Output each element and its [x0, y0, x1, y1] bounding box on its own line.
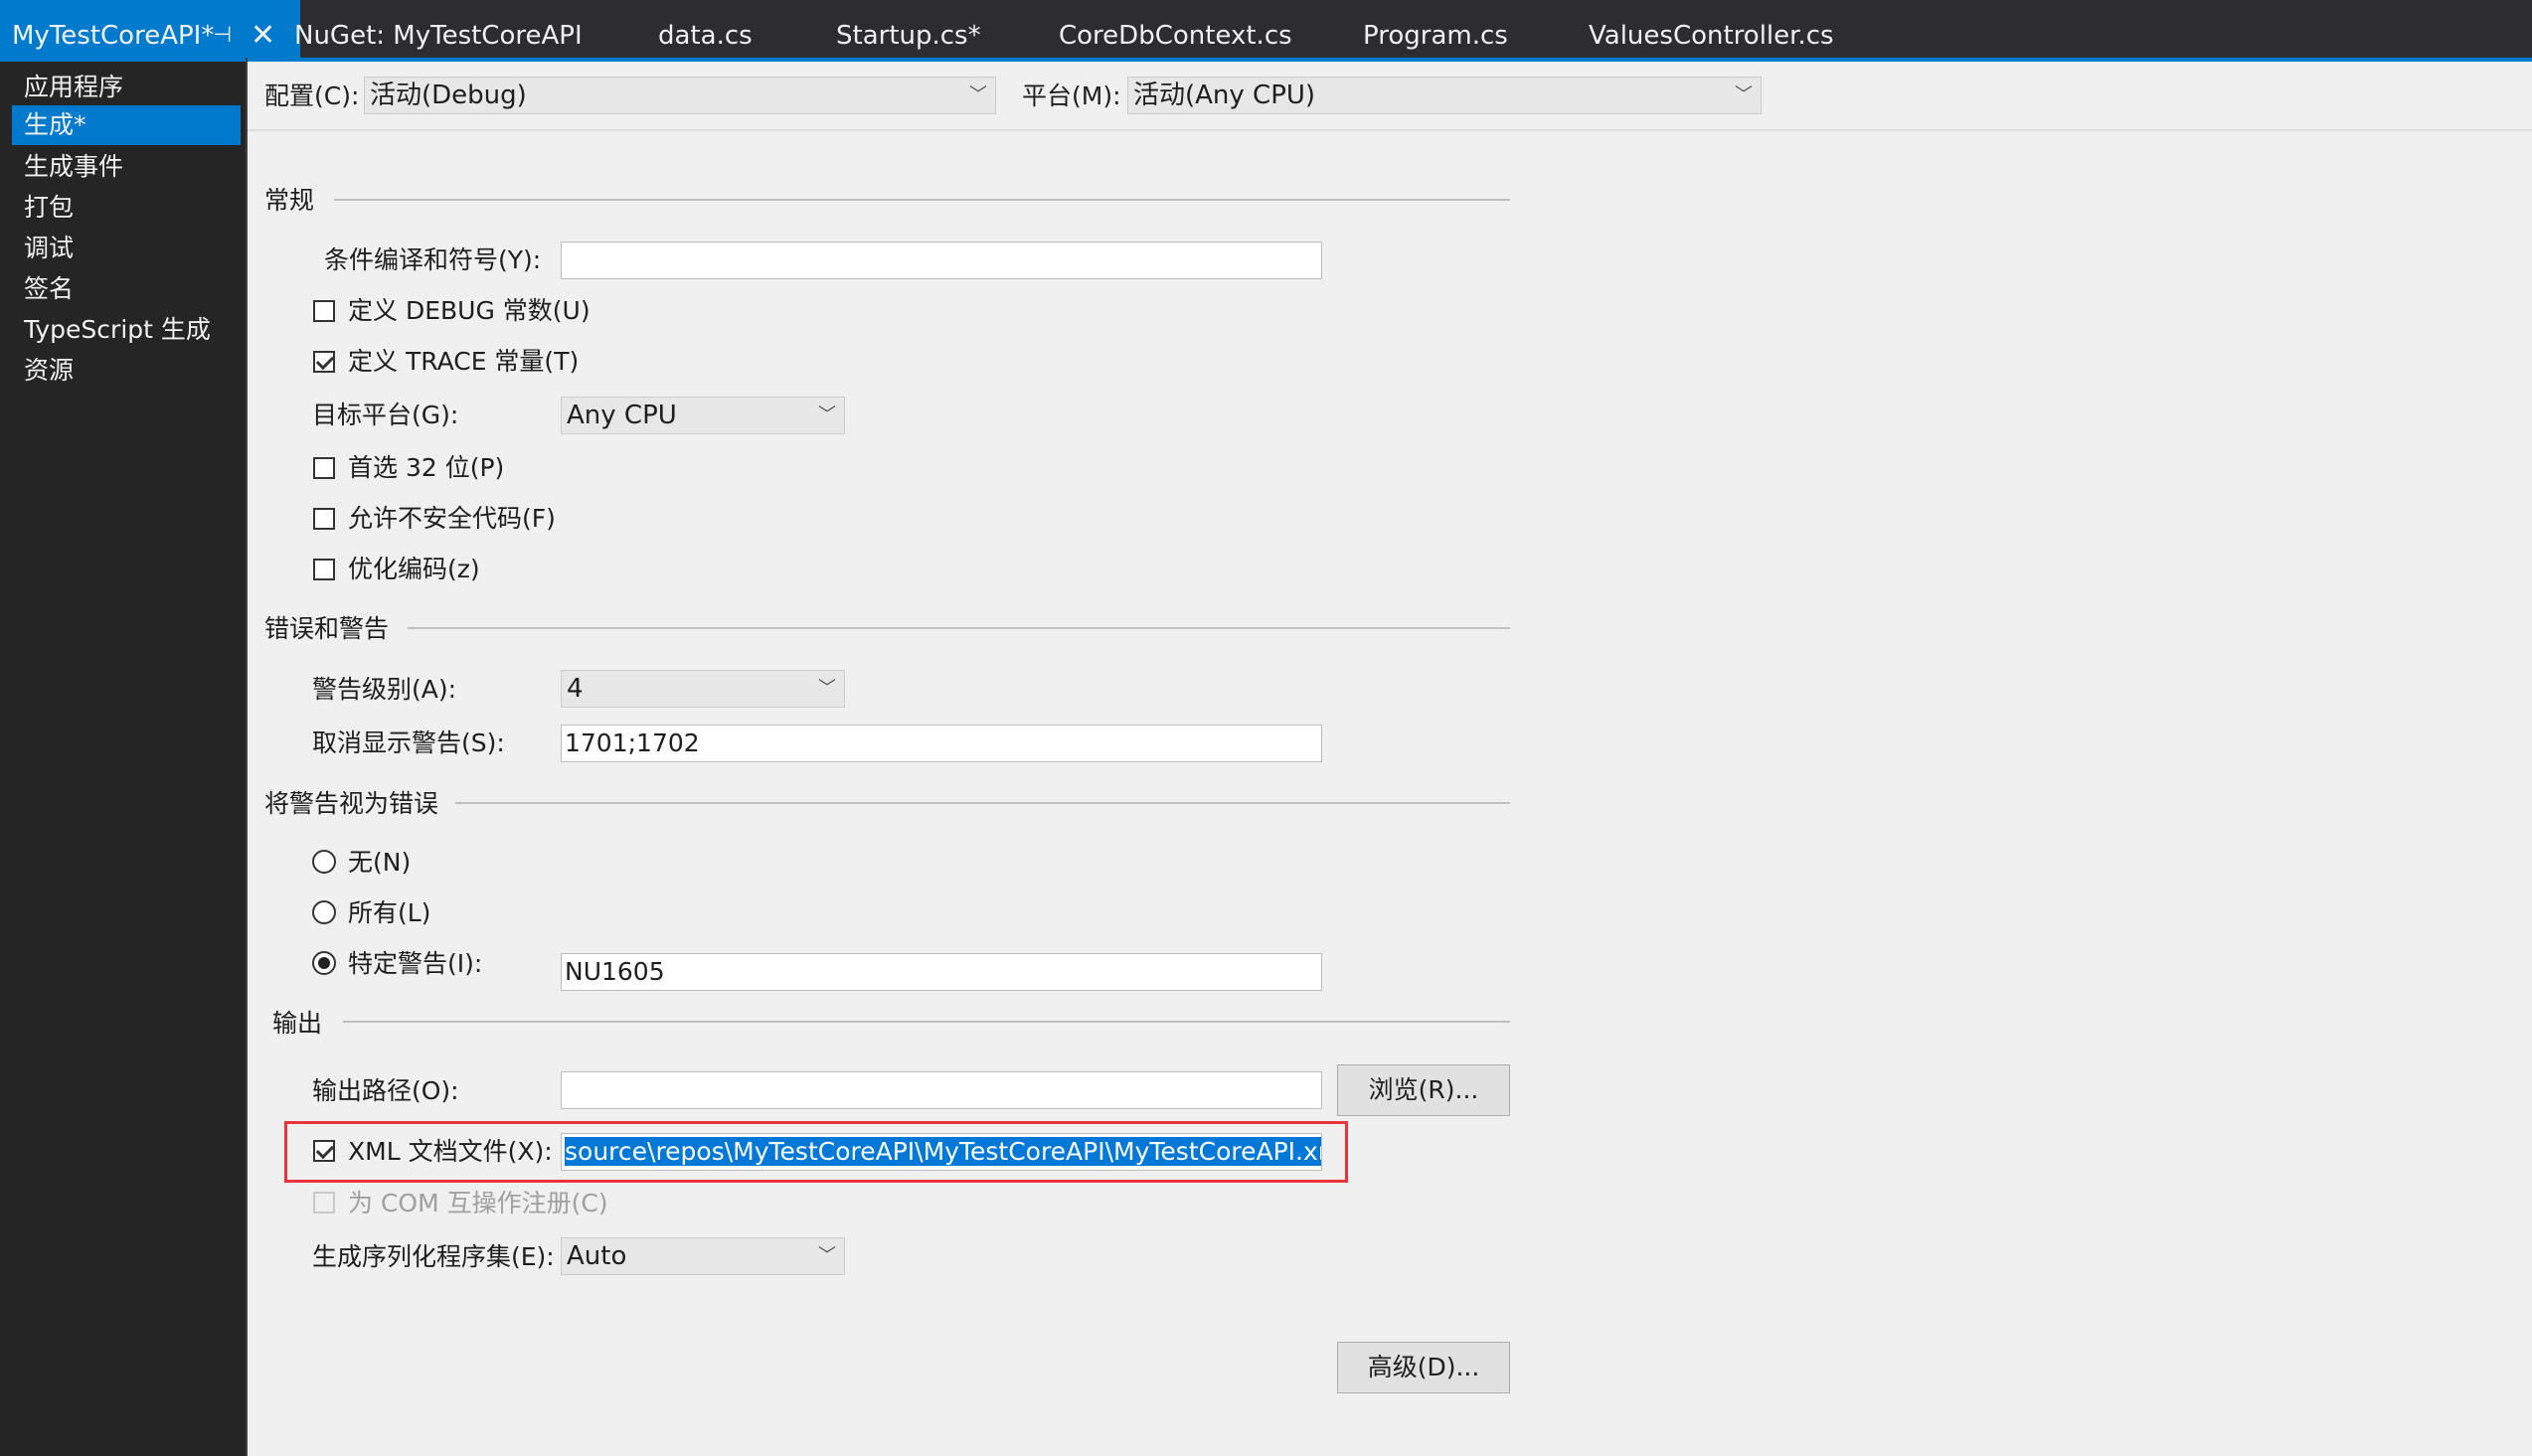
section-divider	[455, 802, 1510, 804]
tab-startup-cs[interactable]: Startup.cs*	[836, 0, 981, 58]
tab-program-cs[interactable]: Program.cs	[1363, 0, 1508, 58]
tab-mytestcoreapi[interactable]: MyTestCoreAPI* ⊣ ✕	[0, 0, 300, 58]
section-divider	[343, 1021, 1510, 1023]
target-platform-label: 目标平台(G):	[312, 401, 459, 429]
property-pages-sidebar: 应用程序 生成* 生成事件 打包 调试 签名 TypeScript 生成 资源	[0, 62, 246, 1456]
xml-doc-path-selected-text: source\repos\MyTestCoreAPI\MyTestCoreAPI…	[565, 1137, 1321, 1166]
sidebar-item-signing[interactable]: 签名	[12, 269, 241, 309]
section-title-output: 输出	[272, 1009, 323, 1038]
suppress-warnings-input[interactable]: 1701;1702	[561, 725, 1322, 762]
sidebar-item-build-events[interactable]: 生成事件	[12, 147, 241, 187]
define-debug-label: 定义 DEBUG 常数(U)	[348, 296, 591, 325]
platform-label: 平台(M):	[1022, 81, 1121, 110]
chevron-down-icon: ﹀	[818, 404, 836, 425]
section-title-errors-warnings: 错误和警告	[264, 614, 390, 643]
com-interop-checkbox[interactable]	[313, 1192, 335, 1213]
warning-level-value: 4	[567, 674, 584, 704]
sidebar-item-label: TypeScript 生成	[24, 315, 211, 344]
tab-label: CoreDbContext.cs	[1059, 21, 1292, 51]
tab-label: ValuesController.cs	[1589, 21, 1834, 51]
prefer-32bit-checkbox[interactable]	[313, 457, 335, 479]
advanced-button[interactable]: 高级(D)...	[1337, 1342, 1510, 1393]
sidebar-item-label: 调试	[24, 234, 75, 262]
allow-unsafe-checkbox[interactable]	[313, 508, 335, 530]
sidebar-item-debug[interactable]: 调试	[12, 229, 241, 268]
tab-label: data.cs	[658, 21, 753, 51]
sidebar-item-resources[interactable]: 资源	[12, 351, 241, 391]
sidebar-item-label: 资源	[24, 356, 75, 385]
output-path-input[interactable]	[561, 1071, 1322, 1109]
serialization-assembly-value: Auto	[567, 1241, 627, 1271]
treat-warnings-all-radio[interactable]	[312, 900, 336, 924]
chevron-down-icon: ﹀	[818, 678, 836, 699]
treat-warnings-none-label: 无(N)	[348, 848, 412, 877]
com-interop-label: 为 COM 互操作注册(C)	[348, 1189, 608, 1217]
prefer-32bit-label: 首选 32 位(P)	[348, 453, 505, 482]
tab-coredbcontext-cs[interactable]: CoreDbContext.cs	[1059, 0, 1292, 58]
warning-level-dropdown[interactable]: 4 ﹀	[561, 670, 845, 708]
config-strip-divider	[248, 129, 2532, 131]
define-debug-checkbox[interactable]	[313, 300, 335, 322]
sidebar-item-package[interactable]: 打包	[12, 188, 241, 228]
serialization-assembly-label: 生成序列化程序集(E):	[312, 1242, 555, 1271]
optimize-code-label: 优化编码(z)	[348, 555, 480, 583]
xml-doc-label: XML 文档文件(X):	[348, 1137, 553, 1166]
xml-doc-checkbox[interactable]	[313, 1140, 335, 1162]
section-divider	[408, 627, 1510, 629]
sidebar-item-label: 生成*	[24, 110, 86, 139]
optimize-code-checkbox[interactable]	[313, 559, 335, 580]
serialization-assembly-dropdown[interactable]: Auto ﹀	[561, 1237, 845, 1275]
treat-warnings-all-label: 所有(L)	[348, 898, 431, 927]
tab-label: Startup.cs*	[836, 21, 981, 51]
target-platform-value: Any CPU	[567, 401, 677, 430]
conditional-symbols-input[interactable]	[561, 242, 1322, 279]
document-tab-bar: MyTestCoreAPI* ⊣ ✕ NuGet: MyTestCoreAPI …	[0, 0, 2532, 58]
platform-dropdown-value: 活动(Any CPU)	[1133, 81, 1316, 110]
config-dropdown-value: 活动(Debug)	[370, 81, 527, 110]
tab-label: MyTestCoreAPI*	[12, 21, 215, 51]
sidebar-item-label: 应用程序	[24, 73, 124, 101]
section-divider	[334, 199, 1510, 201]
config-label: 配置(C):	[264, 81, 360, 110]
chevron-down-icon: ﹀	[818, 1245, 836, 1266]
suppress-warnings-label: 取消显示警告(S):	[312, 728, 505, 757]
treat-warnings-none-radio[interactable]	[312, 850, 336, 874]
output-path-label: 输出路径(O):	[312, 1076, 459, 1105]
sidebar-item-label: 生成事件	[24, 152, 124, 181]
section-title-treat-warnings: 将警告视为错误	[264, 789, 439, 818]
tab-accent-line	[0, 58, 2532, 62]
allow-unsafe-label: 允许不安全代码(F)	[348, 504, 556, 533]
tab-nuget[interactable]: NuGet: MyTestCoreAPI	[294, 0, 583, 58]
treat-warnings-specific-label: 特定警告(I):	[348, 949, 483, 978]
tab-label: NuGet: MyTestCoreAPI	[294, 21, 583, 51]
chevron-down-icon: ﹀	[969, 84, 987, 105]
sidebar-item-typescript-build[interactable]: TypeScript 生成	[12, 310, 241, 350]
browse-button[interactable]: 浏览(R)...	[1337, 1064, 1510, 1116]
sidebar-item-application[interactable]: 应用程序	[12, 68, 241, 107]
tab-label: Program.cs	[1363, 21, 1508, 51]
xml-doc-path-input[interactable]: source\repos\MyTestCoreAPI\MyTestCoreAPI…	[561, 1133, 1322, 1171]
warning-level-label: 警告级别(A):	[312, 675, 457, 704]
conditional-symbols-label: 条件编译和符号(Y):	[324, 245, 542, 274]
tab-valuescontroller-cs[interactable]: ValuesController.cs	[1589, 0, 1834, 58]
tab-data-cs[interactable]: data.cs	[658, 0, 753, 58]
sidebar-item-label: 签名	[24, 274, 75, 303]
specific-warnings-input[interactable]: NU1605	[561, 953, 1322, 991]
section-title-general: 常规	[264, 186, 315, 215]
define-trace-label: 定义 TRACE 常量(T)	[348, 347, 580, 376]
chevron-down-icon: ﹀	[1735, 84, 1753, 105]
config-dropdown[interactable]: 活动(Debug) ﹀	[364, 77, 996, 114]
treat-warnings-specific-radio[interactable]	[312, 951, 336, 975]
platform-dropdown[interactable]: 活动(Any CPU) ﹀	[1127, 77, 1762, 114]
target-platform-dropdown[interactable]: Any CPU ﹀	[561, 397, 845, 434]
sidebar-item-label: 打包	[24, 193, 75, 222]
define-trace-checkbox[interactable]	[313, 351, 335, 373]
sidebar-divider	[246, 58, 248, 1456]
sidebar-item-build[interactable]: 生成*	[12, 105, 241, 145]
